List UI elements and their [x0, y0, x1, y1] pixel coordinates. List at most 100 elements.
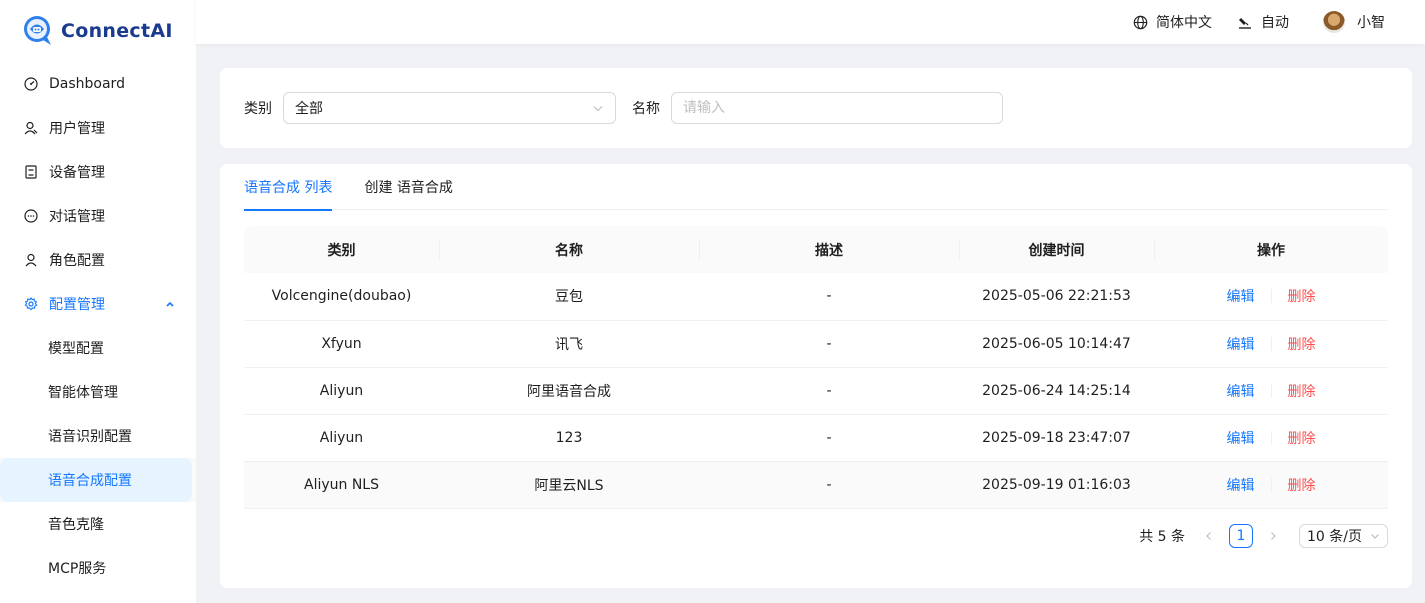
- sidebar-item-mcp-service[interactable]: MCP服务: [0, 546, 196, 590]
- sidebar-nav: Dashboard 用户管理 设备管理 对话管理 角色配置 配置管理: [0, 62, 196, 326]
- sidebar: ConnectAI Dashboard 用户管理 设备管理 对话管理 角色配置 …: [0, 0, 196, 603]
- sidebar-item-label: 用户管理: [49, 121, 105, 137]
- globe-icon: [1133, 15, 1148, 29]
- user-name: 小智: [1357, 15, 1385, 31]
- action-divider: [1270, 430, 1272, 445]
- cell-actions: 编辑 删除: [1154, 414, 1388, 462]
- category-select[interactable]: 全部: [283, 92, 616, 124]
- sidebar-item-config[interactable]: 配置管理: [0, 282, 196, 326]
- sidebar-item-agent-manage[interactable]: 智能体管理: [0, 370, 196, 414]
- top-header: 简体中文 自动 小智: [196, 0, 1425, 44]
- delete-link[interactable]: 删除: [1288, 475, 1316, 495]
- filter-card: 类别 全部 名称: [220, 68, 1412, 148]
- cell-created: 2025-05-06 22:21:53: [959, 273, 1154, 321]
- table-row: Aliyun NLS 阿里云NLS - 2025-09-19 01:16:03 …: [244, 461, 1388, 509]
- sidebar-item-label: 角色配置: [49, 253, 105, 269]
- page-number-button[interactable]: 1: [1229, 524, 1253, 548]
- action-divider: [1270, 336, 1272, 351]
- cell-desc: -: [699, 414, 959, 462]
- dashboard-icon: [23, 76, 39, 92]
- sidebar-item-voice-clone[interactable]: 音色克隆: [0, 502, 196, 546]
- action-divider: [1270, 477, 1272, 492]
- delete-link[interactable]: 删除: [1288, 381, 1316, 401]
- theme-label: 自动: [1261, 15, 1289, 31]
- cell-created: 2025-06-24 14:25:14: [959, 367, 1154, 415]
- cell-created: 2025-06-05 10:14:47: [959, 320, 1154, 368]
- theme-switcher[interactable]: 自动: [1238, 12, 1289, 32]
- sidebar-item-devices[interactable]: 设备管理: [0, 150, 196, 194]
- table-row: Xfyun 讯飞 - 2025-06-05 10:14:47 编辑 删除: [244, 320, 1388, 368]
- sidebar-item-model-config[interactable]: 模型配置: [0, 326, 196, 370]
- logo-icon: [24, 16, 51, 45]
- sidebar-item-chats[interactable]: 对话管理: [0, 194, 196, 238]
- table-row: Aliyun 123 - 2025-09-18 23:47:07 编辑 删除: [244, 414, 1388, 462]
- sidebar-item-label: 设备管理: [49, 165, 105, 181]
- sidebar-item-tts-config[interactable]: 语音合成配置: [0, 458, 192, 502]
- cell-created: 2025-09-19 01:16:03: [959, 461, 1154, 509]
- table-header-row: 类别 名称 描述 创建时间 操作: [244, 226, 1388, 273]
- action-divider: [1270, 289, 1272, 304]
- column-header-category: 类别: [244, 226, 439, 273]
- delete-link[interactable]: 删除: [1288, 334, 1316, 354]
- prev-page-button[interactable]: [1197, 524, 1221, 548]
- name-filter-label: 名称: [632, 101, 660, 117]
- cell-desc: -: [699, 320, 959, 368]
- chevron-down-icon: [593, 106, 603, 112]
- edit-link[interactable]: 编辑: [1227, 334, 1255, 354]
- cell-desc: -: [699, 461, 959, 509]
- avatar: [1323, 11, 1345, 33]
- edit-link[interactable]: 编辑: [1227, 475, 1255, 495]
- chevron-up-icon[interactable]: [164, 298, 176, 310]
- cell-name: 阿里云NLS: [439, 461, 699, 509]
- device-icon: [23, 164, 39, 180]
- action-divider: [1270, 383, 1272, 398]
- theme-icon: [1239, 17, 1251, 29]
- chat-icon: [23, 208, 39, 224]
- cell-desc: -: [699, 367, 959, 415]
- edit-link[interactable]: 编辑: [1227, 286, 1255, 306]
- sidebar-item-dashboard[interactable]: Dashboard: [0, 62, 196, 106]
- delete-link[interactable]: 删除: [1288, 286, 1316, 306]
- edit-link[interactable]: 编辑: [1227, 428, 1255, 448]
- tab-create-tts[interactable]: 创建 语音合成: [364, 164, 452, 210]
- cell-category: Volcengine(doubao): [244, 273, 439, 321]
- pagination-total: 共 5 条: [1139, 529, 1185, 545]
- column-header-name: 名称: [439, 226, 699, 273]
- cell-name: 讯飞: [439, 320, 699, 368]
- tabs: 语音合成 列表 创建 语音合成: [244, 164, 1388, 211]
- sidebar-item-roles[interactable]: 角色配置: [0, 238, 196, 282]
- cell-actions: 编辑 删除: [1154, 461, 1388, 509]
- column-header-desc: 描述: [699, 226, 959, 273]
- edit-link[interactable]: 编辑: [1227, 381, 1255, 401]
- sidebar-item-label: 配置管理: [49, 297, 105, 313]
- chevron-right-icon: [1271, 532, 1276, 540]
- column-header-created: 创建时间: [959, 226, 1154, 273]
- cell-category: Aliyun: [244, 414, 439, 462]
- name-search-input[interactable]: [671, 92, 1003, 124]
- logo[interactable]: ConnectAI: [0, 0, 196, 62]
- page-size-value: 10 条/页: [1307, 529, 1362, 545]
- pagination: 共 5 条 1 10 条/页: [1139, 524, 1388, 548]
- page-size-select[interactable]: 10 条/页: [1299, 524, 1388, 548]
- list-card: 语音合成 列表 创建 语音合成 类别 名称 描述 创建时间 操作 Volceng…: [220, 164, 1412, 588]
- cell-name: 阿里语音合成: [439, 367, 699, 415]
- cell-created: 2025-09-18 23:47:07: [959, 414, 1154, 462]
- tab-tts-list[interactable]: 语音合成 列表: [244, 164, 333, 211]
- delete-link[interactable]: 删除: [1288, 428, 1316, 448]
- role-icon: [23, 252, 39, 268]
- user-menu[interactable]: 小智: [1323, 11, 1385, 33]
- cell-actions: 编辑 删除: [1154, 273, 1388, 321]
- user-manage-icon: [23, 120, 39, 136]
- cell-actions: 编辑 删除: [1154, 320, 1388, 368]
- sidebar-item-asr-config[interactable]: 语音识别配置: [0, 414, 196, 458]
- category-select-value: 全部: [295, 101, 323, 117]
- next-page-button[interactable]: [1261, 524, 1285, 548]
- sidebar-item-label: 对话管理: [49, 209, 105, 225]
- chevron-left-icon: [1206, 532, 1211, 540]
- language-label: 简体中文: [1156, 15, 1212, 31]
- chevron-down-icon: [1371, 534, 1379, 539]
- sidebar-item-users[interactable]: 用户管理: [0, 106, 196, 150]
- cell-category: Aliyun: [244, 367, 439, 415]
- language-switcher[interactable]: 简体中文: [1133, 12, 1212, 32]
- cell-actions: 编辑 删除: [1154, 367, 1388, 415]
